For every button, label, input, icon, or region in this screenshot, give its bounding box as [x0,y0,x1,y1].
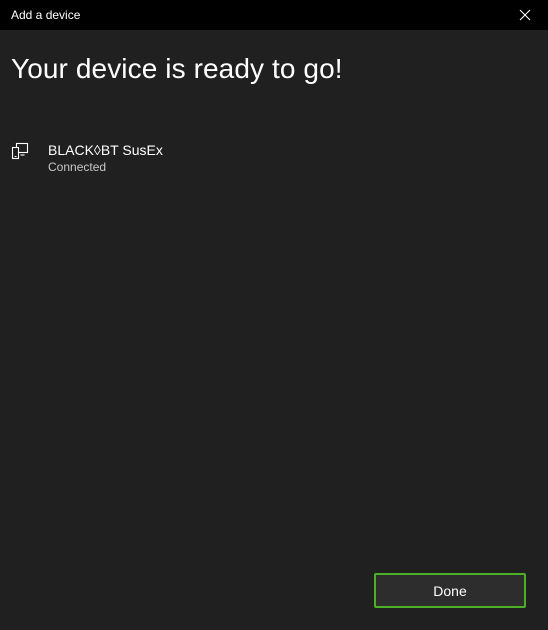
device-list-item: BLACK◊BT SusEx Connected [0,136,548,180]
title-bar: Add a device [0,0,548,30]
window-title: Add a device [11,8,81,22]
add-device-window: Add a device Your device is ready to go!… [0,0,548,630]
close-icon [519,9,531,21]
device-status: Connected [48,160,107,174]
done-button[interactable]: Done [374,573,526,608]
device-icon [11,142,29,160]
device-name: BLACK◊BT SusEx [48,142,163,158]
page-title: Your device is ready to go! [11,53,343,84]
close-button[interactable] [502,0,548,30]
